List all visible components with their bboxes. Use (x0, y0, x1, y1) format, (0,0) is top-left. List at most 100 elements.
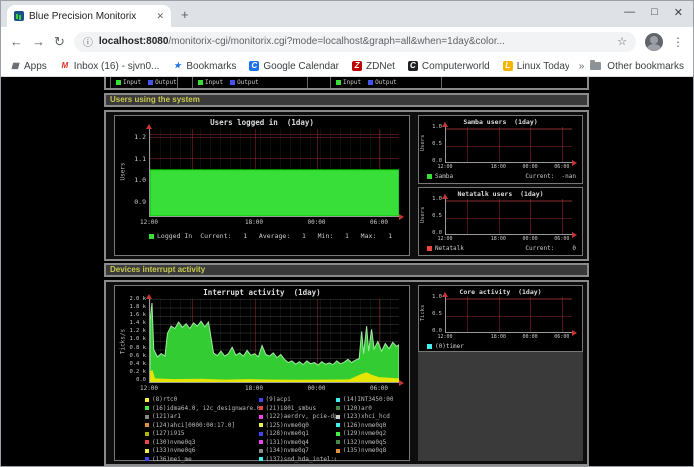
x-tick: 18:00 (245, 219, 263, 226)
bookmark-item[interactable]: ★ Bookmarks (172, 61, 236, 72)
legend-label: (123)xhci_hcd (343, 413, 390, 420)
bookmark-favicon-icon: C (408, 61, 418, 71)
legend-item: Input (198, 79, 223, 86)
url-text[interactable]: localhost:8080/monitorix-cgi/monitorix.c… (99, 36, 611, 47)
legend-label: (135)nvme0q8 (343, 447, 386, 454)
legend-item: Input (116, 79, 141, 86)
legend-swatch (259, 398, 263, 402)
x-axis-arrow-icon (399, 214, 404, 220)
legend-swatch (336, 415, 340, 419)
section-header-interrupts: Devices interrupt activity (104, 263, 589, 277)
legend-item: (127)i915 (145, 430, 259, 437)
legend-item: (131)nvme0q4 (259, 439, 336, 446)
back-icon[interactable]: ← (10, 34, 23, 49)
legend-item: Input (336, 79, 361, 86)
legend-label: Netatalk (435, 245, 464, 252)
bookmark-label: Linux Today (517, 61, 569, 72)
legend-item: (130)nvme0q3 (145, 439, 259, 446)
graph-legend: Samba Current: -nan (427, 173, 576, 180)
graph-samba-users[interactable]: Samba users (1day) Users 1.00.50.0 18:00… (418, 115, 583, 184)
bookmark-favicon-icon: M (60, 61, 70, 71)
forward-icon[interactable]: → (32, 34, 45, 49)
legend-swatch (336, 449, 340, 453)
legend-item: (129)nvme0q2 (336, 430, 403, 437)
graph-users-logged-in[interactable]: Users logged in (1day) Users 1.21.11.00.… (114, 115, 410, 256)
legend-label: (125)nvme0q0 (266, 422, 309, 429)
plot-area (149, 129, 399, 217)
other-bookmarks-button[interactable]: » Other bookmarks (579, 61, 684, 72)
bookmark-item[interactable]: Z ZDNet (352, 61, 395, 72)
legend-label: (8)rtc0 (152, 396, 177, 403)
legend-label: (132)nvme0q5 (343, 439, 386, 446)
legend-label: Logged In (157, 232, 192, 240)
minimize-icon[interactable]: — (624, 6, 635, 19)
y-axis-ticks: 1.00.50.0 (419, 196, 442, 236)
y-tick: 0.6 k (129, 353, 146, 359)
legend-swatch (145, 440, 149, 444)
x-axis-arrow-icon (572, 160, 577, 166)
plot-area (149, 299, 399, 383)
legend-stats: Current: 0 (525, 245, 576, 252)
legend-item: (124)ahci[0000:00:17.0] (145, 422, 259, 429)
y-tick: 0.8 k (129, 345, 146, 351)
bookmark-label: Computerworld (422, 61, 490, 72)
page-info-icon[interactable]: ⓘ (83, 34, 93, 49)
x-tick: 18:00 (245, 385, 263, 392)
browser-menu-icon[interactable]: ⋮ (672, 35, 684, 49)
y-tick: 0.0 (136, 377, 146, 383)
new-tab-button[interactable]: + (181, 7, 189, 22)
browser-toolbar: ← → ↻ ⓘ localhost:8080/monitorix-cgi/mon… (1, 27, 693, 56)
y-axis-arrow-icon (442, 292, 448, 297)
x-axis-arrow-icon (572, 232, 577, 238)
legend-swatch (259, 449, 263, 453)
legend-item: (14)INT3450:00 (336, 396, 403, 403)
legend-item: (16)idma64.0, i2c_designware.0 (145, 405, 259, 412)
bookmark-item[interactable]: M Inbox (16) - sjvn0... (60, 61, 160, 72)
y-tick: 2.0 k (129, 296, 146, 302)
users-area-chart (150, 129, 399, 216)
tab-close-icon[interactable]: ✕ (156, 11, 164, 22)
partial-graph-legend: InputOutput (192, 77, 308, 88)
x-axis-ticks: 18:0000:0006:0012:00 (149, 219, 399, 227)
graph-core-activity[interactable]: Core activity (1day) Ticks 1.00.50.0 18:… (418, 285, 583, 352)
legend-item: (21)i801_smbus (259, 405, 336, 412)
bookmark-item[interactable]: L Linux Today (503, 61, 569, 72)
legend-swatch (336, 406, 340, 410)
legend-item: (128)nvme0q1 (259, 430, 336, 437)
profile-avatar[interactable] (645, 33, 663, 51)
legend-swatch (259, 415, 263, 419)
legend-label: (120)ar0 (343, 405, 372, 412)
graph-interrupt-activity[interactable]: Interrupt activity (1day) Ticks/s 2.0 k1… (114, 285, 410, 461)
legend-swatch (149, 234, 154, 239)
overflow-chevron-icon[interactable]: » (579, 61, 585, 72)
y-tick: 1.1 (134, 155, 146, 163)
bookmark-star-icon[interactable]: ☆ (617, 35, 627, 48)
maximize-icon[interactable]: □ (651, 6, 658, 19)
reload-icon[interactable]: ↻ (54, 34, 65, 50)
y-axis-arrow-icon (442, 194, 448, 199)
legend-label: Input (343, 79, 361, 86)
netatalk-area-chart (446, 199, 572, 234)
x-tick: 06:00 (554, 164, 569, 170)
legend-swatch (259, 440, 263, 444)
legend-item: Logged In (149, 232, 192, 240)
graph-netatalk-users[interactable]: Netatalk users (1day) Users 1.00.50.0 18… (418, 187, 583, 256)
y-axis-ticks: 1.00.50.0 (419, 124, 442, 164)
legend-item: (126)nvme0q0 (336, 422, 403, 429)
bookmark-label: Inbox (16) - sjvn0... (74, 61, 160, 72)
bookmark-items: ▦ Apps M Inbox (16) - sjvn0... ★ Bookmar… (10, 61, 569, 72)
y-tick: 1.0 (432, 196, 442, 202)
legend-swatch (368, 80, 373, 85)
tab-strip: Blue Precision Monitorix ✕ + — □ ✕ (1, 1, 693, 27)
close-icon[interactable]: ✕ (674, 6, 683, 19)
address-bar[interactable]: ⓘ localhost:8080/monitorix-cgi/monitorix… (74, 32, 636, 52)
folder-icon (590, 62, 601, 70)
legend-swatch (116, 80, 121, 85)
legend-label: (131)nvme0q4 (266, 439, 309, 446)
bookmark-item[interactable]: ▦ Apps (10, 61, 47, 72)
bookmark-item[interactable]: C Google Calendar (249, 61, 339, 72)
legend-swatch (145, 449, 149, 453)
bookmark-item[interactable]: C Computerworld (408, 61, 490, 72)
x-axis-arrow-icon (399, 380, 404, 386)
browser-tab[interactable]: Blue Precision Monitorix ✕ (7, 5, 171, 27)
